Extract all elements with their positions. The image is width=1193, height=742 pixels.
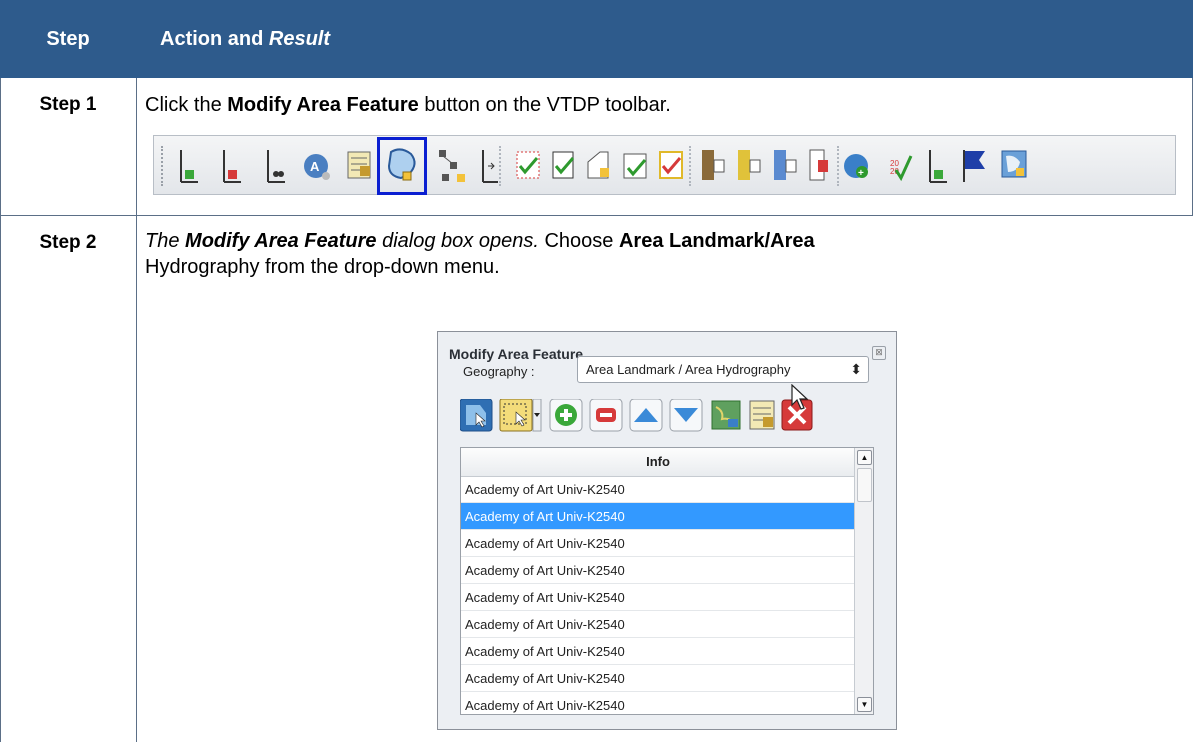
header-step: Step <box>46 28 90 50</box>
modify-area-feature-highlight <box>377 137 427 195</box>
list-item-selected[interactable]: Academy of Art Univ-K2540 <box>461 503 855 530</box>
review-check-yellow-icon[interactable] <box>659 151 683 179</box>
add-icon[interactable] <box>549 399 583 432</box>
attribute-table-icon[interactable] <box>347 151 371 179</box>
dialog-toolbar-buttons <box>460 399 813 432</box>
remove-icon[interactable] <box>589 399 623 432</box>
select-tool-icon[interactable] <box>499 399 533 432</box>
modify-area-feature-dialog: Modify Area Feature ⊠ Geography : Area L… <box>437 331 897 730</box>
info-list[interactable]: Info Academy of Art Univ-K2540 Academy o… <box>460 447 874 715</box>
step-2-text: The Modify Area Feature dialog box opens… <box>145 228 1185 280</box>
table-divider-column <box>136 78 137 742</box>
select-feature-icon[interactable] <box>460 399 493 432</box>
step-1-text: Click the Modify Area Feature button on … <box>145 92 671 118</box>
list-item[interactable]: Academy of Art Univ-K2540 <box>461 530 855 557</box>
scroll-down-icon[interactable]: ▼ <box>857 697 872 712</box>
list-item[interactable]: Academy of Art Univ-K2540 <box>461 584 855 611</box>
list-rows: Academy of Art Univ-K2540 Academy of Art… <box>461 476 855 714</box>
export-yellow-icon[interactable] <box>738 150 761 180</box>
move-down-icon[interactable] <box>669 399 703 432</box>
add-point-icon[interactable] <box>929 150 947 183</box>
export-blue-icon[interactable] <box>774 150 797 180</box>
geography-select[interactable]: Area Landmark / Area Hydrography ⬍ <box>577 356 869 383</box>
step-1-label: Step 1 <box>39 94 97 115</box>
attribute-table-icon[interactable] <box>749 400 775 430</box>
review-check-line-icon[interactable] <box>552 151 575 179</box>
step-1-text-pre: Click the <box>145 94 228 116</box>
toolbar-separator <box>499 146 502 186</box>
list-item[interactable]: Academy of Art Univ-K2540 <box>461 638 855 665</box>
scrollbar-thumb[interactable] <box>857 468 872 502</box>
dialog-title: Modify Area Feature <box>449 346 584 362</box>
toolbar-buttons: A + 2020 <box>180 148 1027 183</box>
toolbar-separator <box>837 146 840 186</box>
step-2-italic-bold: Modify Area Feature <box>185 230 377 252</box>
review-check-area-icon[interactable] <box>623 153 647 179</box>
add-line-icon[interactable] <box>180 150 198 183</box>
step-2-text-mid: Choose <box>538 230 619 252</box>
header-result-label: Result <box>268 28 331 50</box>
step-2-text-line2: Hydrography from the drop-down menu. <box>145 256 500 278</box>
list-item[interactable]: Academy of Art Univ-K2540 <box>461 692 855 714</box>
vertical-scrollbar[interactable]: ▲ ▼ <box>854 448 873 714</box>
flip-line-icon[interactable] <box>482 150 498 183</box>
list-item[interactable]: Academy of Art Univ-K2540 <box>461 665 855 692</box>
dialog-toolbar <box>460 399 880 435</box>
svg-text:A: A <box>310 159 320 174</box>
2020-check-icon[interactable]: 2020 <box>890 155 913 182</box>
mouse-pointer-icon <box>791 384 809 410</box>
step-2-text-bold: Area Landmark/Area <box>618 230 815 252</box>
delete-line-icon[interactable] <box>223 150 241 183</box>
toolbar-separator <box>689 146 692 186</box>
export-icon[interactable] <box>702 150 725 180</box>
step-2-italic-post: dialog box opens. <box>376 230 539 252</box>
step-1-text-bold: Modify Area Feature <box>227 94 419 116</box>
vtdp-toolbar: A + 20 20 <box>153 135 1176 195</box>
list-item[interactable]: Academy of Art Univ-K2540 <box>461 557 855 584</box>
area-query-icon[interactable]: A <box>304 154 330 180</box>
header-action-label: Action and <box>160 28 269 50</box>
topology-icon[interactable] <box>439 150 465 182</box>
chevron-down-icon[interactable] <box>532 399 542 432</box>
flag-icon[interactable] <box>963 150 985 182</box>
step-2-italic-pre: The <box>145 230 186 252</box>
review-area-icon[interactable] <box>587 151 609 179</box>
step-action-table: Step Action and Result Step 1 Click the … <box>0 0 1193 742</box>
step-1-text-post: button on the VTDP toolbar. <box>418 94 671 116</box>
add-globe-icon[interactable]: + <box>844 154 868 179</box>
geography-select-value: Area Landmark / Area Hydrography <box>586 362 791 377</box>
svg-text:+: + <box>858 168 864 179</box>
export-red-icon[interactable] <box>809 149 828 181</box>
list-item[interactable]: Academy of Art Univ-K2540 <box>461 476 855 503</box>
zoom-to-feature-icon[interactable] <box>711 400 741 430</box>
header-action: Action and Result <box>160 0 330 78</box>
review-check-icon[interactable] <box>516 151 540 179</box>
scroll-up-icon[interactable]: ▲ <box>857 450 872 465</box>
close-icon[interactable]: ⊠ <box>872 346 886 360</box>
list-item[interactable]: Academy of Art Univ-K2540 <box>461 611 855 638</box>
map-icon[interactable] <box>1001 150 1027 178</box>
table-divider-row <box>0 215 1193 216</box>
list-header-info[interactable]: Info <box>461 448 855 477</box>
table-border-left <box>0 78 1 742</box>
geography-label: Geography : <box>463 364 535 379</box>
split-line-icon[interactable] <box>267 150 285 183</box>
table-header: Step Action and Result <box>0 0 1193 78</box>
move-up-icon[interactable] <box>629 399 663 432</box>
step-2-label: Step 2 <box>39 232 97 253</box>
select-arrows-icon: ⬍ <box>850 361 862 377</box>
